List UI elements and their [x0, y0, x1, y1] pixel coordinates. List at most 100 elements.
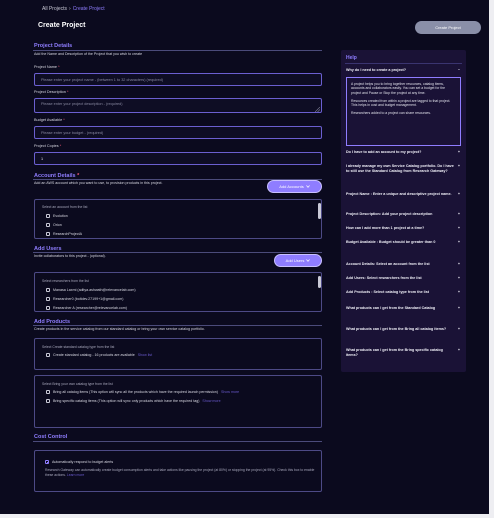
budget-input[interactable]: Please enter your budget - (required) [34, 126, 322, 139]
help-question-text: Project Description: Add your project de… [346, 212, 433, 216]
app-window: All Projects › Create Project Create Pro… [0, 0, 489, 514]
resize-handle-icon[interactable] [315, 107, 320, 112]
user-option-label: Researcher0 (boltdev.27199+1@gmail.com) [53, 297, 124, 301]
account-option-label: Orion [53, 223, 62, 227]
project-description-textarea[interactable]: Please enter your project description - … [34, 98, 322, 113]
help-question[interactable]: How can I add more than 1 project at a t… [346, 226, 460, 231]
user-option[interactable]: Researcher0 (boltdev.27199+1@gmail.com) [46, 297, 123, 301]
help-question[interactable]: Project Name : Enter a unique and descri… [346, 192, 460, 197]
help-question[interactable]: I already manage my own Service Catalog … [346, 164, 460, 174]
help-question[interactable]: What products can I get from the Standar… [346, 306, 460, 311]
minus-icon[interactable]: − [458, 68, 460, 73]
checkbox[interactable] [46, 232, 50, 236]
checkbox[interactable] [46, 297, 50, 301]
plus-icon[interactable]: + [458, 212, 460, 217]
help-question-expanded[interactable]: Why do I need to create a project? − [346, 68, 460, 73]
chevron-down-icon [306, 259, 311, 262]
show-more-link[interactable]: Show more [221, 390, 239, 394]
create-project-button[interactable]: Create Project [415, 21, 481, 34]
account-list-scrollbar[interactable] [318, 203, 321, 219]
help-question-text: What products can I get from the Standar… [346, 306, 436, 310]
checkbox[interactable] [46, 306, 50, 310]
checkbox[interactable] [46, 223, 50, 227]
plus-icon[interactable]: + [458, 306, 460, 311]
account-option[interactable]: Orion [46, 223, 62, 227]
help-title: Help [346, 55, 357, 61]
byo-catalog-option[interactable]: Bring specific catalog items (This optio… [46, 399, 221, 403]
cost-control-box: Automatically respond to budget alerts R… [34, 450, 322, 492]
add-users-button[interactable]: Add Users [274, 254, 322, 267]
checkbox[interactable] [46, 390, 50, 394]
help-answer-paragraph: Researchers added to a project can share… [351, 111, 431, 116]
help-question[interactable]: What products can I get from the Bring s… [346, 348, 460, 358]
project-name-input[interactable]: Please enter your project name - (betwee… [34, 73, 322, 86]
help-question[interactable]: Budget Available : Budget should be grea… [346, 240, 460, 245]
help-question-text: Account Details: Select an account from … [346, 262, 430, 266]
user-list-scrollbar[interactable] [318, 276, 321, 288]
divider [345, 63, 462, 64]
project-description-label: Project Description * [34, 90, 69, 94]
help-question[interactable]: Do I have to add an account to my projec… [346, 150, 460, 155]
budget-alert-label: Automatically respond to budget alerts [52, 460, 114, 464]
project-details-desc: Add the Name and Description of the Proj… [34, 52, 143, 56]
add-users-desc: Invite collaborators to this project - (… [34, 254, 106, 258]
help-question-text: How can I add more than 1 project at a t… [346, 226, 425, 230]
account-option[interactable]: Evolution [46, 214, 68, 218]
plus-icon[interactable]: + [458, 327, 460, 332]
checkbox-checked[interactable] [45, 460, 49, 464]
checkbox[interactable] [46, 288, 50, 292]
help-question-text: Project Name : Enter a unique and descri… [346, 192, 452, 196]
plus-icon[interactable]: + [458, 276, 460, 281]
plus-icon[interactable]: + [458, 192, 460, 197]
help-question-text: What products can I get from the Bring s… [346, 348, 443, 357]
plus-icon[interactable]: + [458, 262, 460, 267]
plus-icon[interactable]: + [458, 226, 460, 231]
budget-alert-option[interactable]: Automatically respond to budget alerts [45, 460, 113, 464]
breadcrumb-current[interactable]: Create Project [73, 6, 105, 12]
help-question[interactable]: Project Description: Add your project de… [346, 212, 460, 217]
divider [33, 325, 322, 326]
byo-catalog-box: Select Bring your own catalog type from … [34, 375, 322, 428]
show-more-link[interactable]: Show more [202, 399, 220, 403]
checkbox[interactable] [46, 399, 50, 403]
account-option[interactable]: ResearchProjectA [46, 232, 82, 236]
chevron-right-icon: › [69, 6, 71, 12]
help-question-text: Add Products : Select catalog type from … [346, 290, 429, 294]
plus-icon[interactable]: + [458, 290, 460, 295]
project-description-placeholder: Please enter your project description - … [41, 102, 123, 106]
help-question-text: Add Users: Select researchers from the l… [346, 276, 422, 280]
plus-icon[interactable]: + [458, 348, 460, 358]
add-users-label: Add Users [285, 258, 305, 263]
learn-more-link[interactable]: Learn more [67, 473, 84, 477]
checkbox[interactable] [46, 353, 50, 357]
show-list-link[interactable]: Show list [138, 353, 152, 357]
help-question[interactable]: Add Users: Select researchers from the l… [346, 276, 460, 281]
divider [33, 252, 322, 253]
standard-catalog-label: Create standard catalog - 16 products ar… [53, 353, 135, 357]
divider [33, 441, 322, 442]
divider [33, 50, 322, 51]
cost-control-desc: Research Gateway can automatically creat… [45, 468, 315, 477]
byo-catalog-header: Select Bring your own catalog type from … [42, 382, 113, 386]
add-accounts-button[interactable]: Add Accounts [267, 180, 322, 193]
project-details-title: Project Details [34, 43, 73, 49]
breadcrumb-all-projects[interactable]: All Projects [42, 6, 67, 12]
standard-catalog-box: Select Create standard catalog type from… [34, 338, 322, 370]
project-copies-input[interactable]: 1 [34, 152, 322, 165]
user-option[interactable]: Researcher A (researcher@relevancelab.co… [46, 306, 127, 310]
help-question[interactable]: Add Products : Select catalog type from … [346, 290, 460, 295]
help-question[interactable]: What products can I get from the Bring a… [346, 327, 460, 332]
page-title: Create Project [38, 22, 86, 29]
plus-icon[interactable]: + [458, 150, 460, 155]
user-option[interactable]: Manasa Laxmi (aditya.ashwath@relevancela… [46, 288, 136, 292]
byo-catalog-option[interactable]: Bring all catalog items (This option wil… [46, 390, 239, 394]
checkbox[interactable] [46, 214, 50, 218]
standard-catalog-option[interactable]: Create standard catalog - 16 products ar… [46, 353, 152, 357]
help-answer-paragraph: A project helps you to bring together re… [351, 82, 445, 95]
user-option-label: Manasa Laxmi (aditya.ashwath@relevancela… [53, 288, 136, 292]
user-list-box: Select researchers from the list Manasa … [34, 272, 322, 312]
help-question[interactable]: Account Details: Select an account from … [346, 262, 460, 267]
plus-icon[interactable]: + [458, 164, 460, 174]
account-option-label: ResearchProjectA [53, 232, 82, 236]
plus-icon[interactable]: + [458, 240, 460, 245]
